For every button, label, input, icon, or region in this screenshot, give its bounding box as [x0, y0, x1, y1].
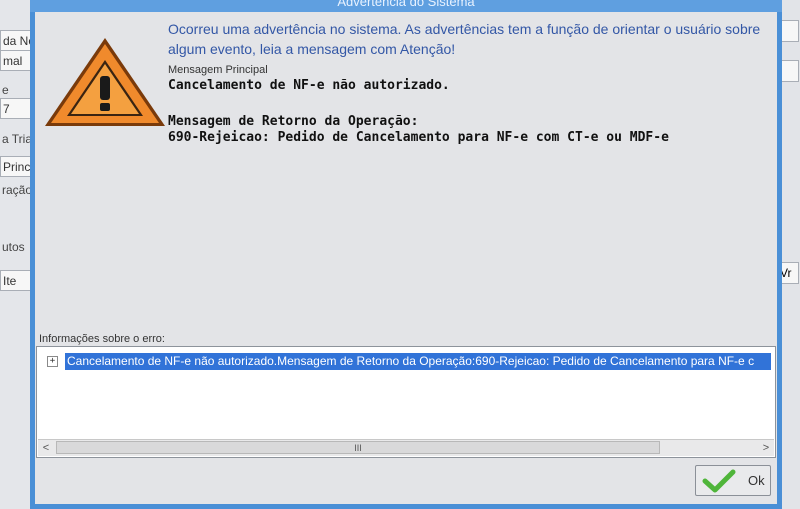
dialog-titlebar[interactable]: Advertência do Sistema: [30, 0, 782, 12]
scroll-left-icon[interactable]: <: [38, 440, 54, 456]
dialog-title: Advertência do Sistema: [337, 0, 475, 9]
return-message: 690-Rejeicao: Pedido de Cancelamento par…: [168, 130, 669, 145]
main-message: Cancelamento de NF-e não autorizado.: [168, 78, 450, 93]
dialog-body: Ocorreu uma advertência no sistema. As a…: [35, 12, 777, 504]
horizontal-scrollbar[interactable]: < III >: [38, 439, 774, 456]
main-message-label: Mensagem Principal: [168, 64, 268, 76]
warning-triangle-icon: [45, 38, 165, 126]
intro-text: Ocorreu uma advertência no sistema. As a…: [168, 21, 761, 57]
scroll-thumb[interactable]: III: [56, 441, 660, 454]
return-message-title: Mensagem de Retorno da Operação:: [168, 114, 419, 129]
checkmark-icon: [702, 469, 736, 493]
ok-button-label: Ok: [748, 473, 765, 488]
ok-button[interactable]: Ok: [695, 465, 771, 496]
expand-icon[interactable]: +: [47, 356, 58, 367]
error-info-label: Informações sobre o erro:: [39, 333, 165, 345]
error-info-tree[interactable]: + Cancelamento de NF-e não autorizado.Me…: [36, 346, 776, 458]
scroll-right-icon[interactable]: >: [758, 440, 774, 456]
tree-item-label[interactable]: Cancelamento de NF-e não autorizado.Mens…: [65, 353, 771, 370]
warning-dialog: Advertência do Sistema Ocorreu uma adver…: [30, 0, 782, 509]
